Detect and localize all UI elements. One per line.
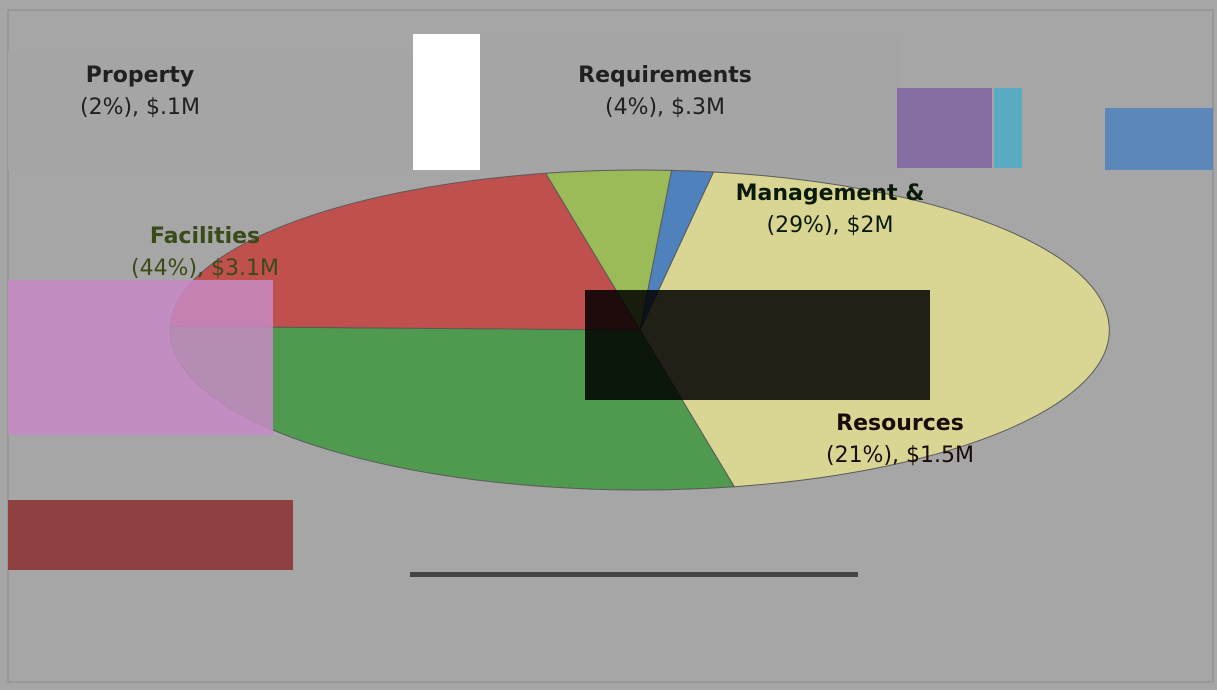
slice-label-name-3: Requirements [578,63,752,88]
slice-label-value-3: (4%), $.3M [605,95,725,120]
slice-label-value-0: (44%), $3.1M [131,256,279,281]
slice-label-value-4: (2%), $.1M [80,95,200,120]
slice-label-name-1: Management & [736,181,925,206]
decor-blue-block [1105,108,1213,170]
slice-label-value-2: (21%), $1.5M [826,443,974,468]
decor-maroon-band [8,500,293,570]
decor-teal-block [994,88,1022,168]
label-panel-left [8,52,413,170]
decor-dark-line [410,572,858,577]
slice-label-name-4: Property [86,63,194,88]
decor-black-band [585,290,930,400]
pie-chart: Facilities (44%), $3.1M Management & (29%),… [0,0,1217,686]
panel-gap [413,34,480,170]
slice-label-name-2: Resources [836,411,964,436]
decor-purple-block [897,88,992,168]
chart-root: Facilities (44%), $3.1M Management & (29%),… [0,0,1217,686]
slice-label-value-1: (29%), $2M [766,213,893,238]
decor-pink-region [8,280,273,435]
slice-label-name-0: Facilities [150,224,260,249]
